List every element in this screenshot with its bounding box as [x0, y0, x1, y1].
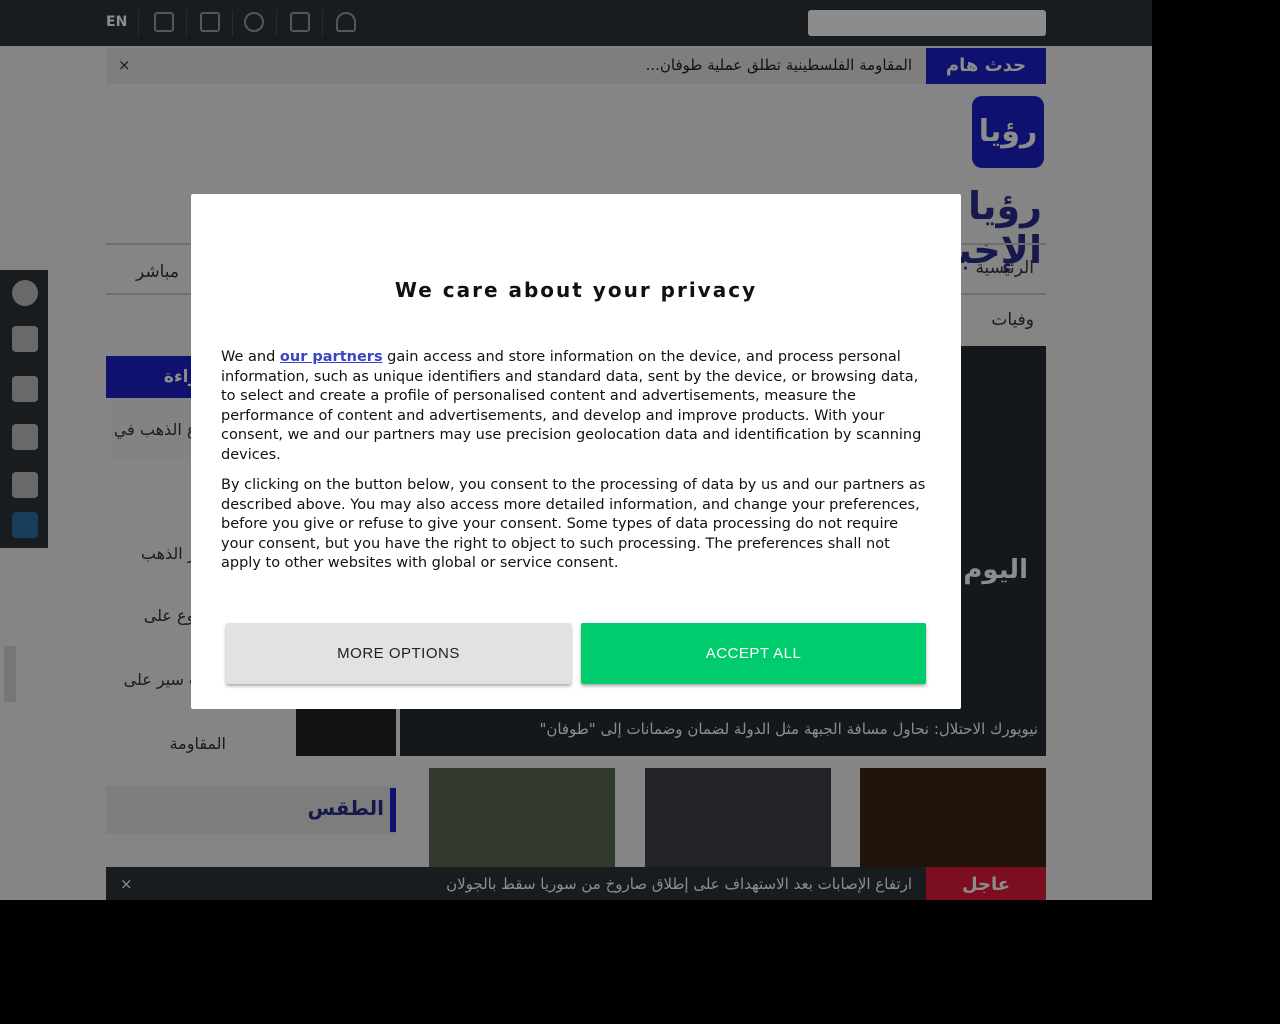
accept-all-button[interactable]: ACCEPT ALL	[581, 623, 926, 684]
more-options-button[interactable]: MORE OPTIONS	[226, 623, 571, 684]
consent-paragraph-1: We and our partners gain access and stor…	[221, 348, 933, 466]
our-partners-link[interactable]: our partners	[280, 349, 383, 365]
consent-title: We care about your privacy	[394, 278, 758, 302]
consent-text: gain access and store information on the…	[221, 349, 922, 463]
consent-paragraph-2: By clicking on the button below, you con…	[221, 477, 926, 572]
consent-text: We and	[221, 349, 280, 365]
consent-dialog: We care about your privacy We and our pa…	[191, 194, 961, 709]
